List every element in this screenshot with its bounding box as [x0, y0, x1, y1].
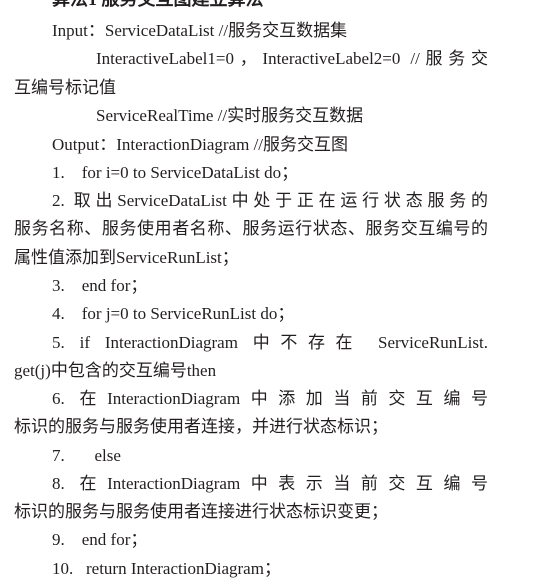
- step-3: 3. end for；: [52, 276, 148, 295]
- step-4: 4. for j=0 to ServiceRunList do；: [52, 304, 295, 323]
- step-6: 6. 在InteractionDiagram中添加当前交互编号: [52, 389, 488, 408]
- step-8-cont: 标识的服务与服务使用者连接进行状态标识变更；: [14, 502, 388, 521]
- step-6-cont: 标识的服务与服务使用者连接，并进行状态标识；: [14, 417, 388, 436]
- step-1: 1. for i=0 to ServiceDataList do；: [52, 163, 299, 182]
- step-10: 10. return InteractionDiagram；: [52, 559, 281, 578]
- label-line-cont: 互编号标记值: [14, 78, 116, 97]
- step-5: 5. if InteractionDiagram 中不存在 ServiceRun…: [52, 333, 488, 352]
- step-5-cont: get(j)中包含的交互编号then: [14, 361, 217, 380]
- step-7: 7. else: [52, 446, 121, 465]
- input-line: Input：ServiceDataList //服务交互数据集: [52, 21, 348, 40]
- step-2: 2. 取出ServiceDataList中处于正在运行状态服务的: [52, 191, 488, 210]
- output-line: Output：InteractionDiagram //服务交互图: [52, 135, 349, 154]
- realtime-line: ServiceRealTime //实时服务交互数据: [96, 106, 364, 125]
- label-line: InteractiveLabel1=0，InteractiveLabel2=0 …: [96, 49, 488, 68]
- step-8: 8. 在InteractionDiagram中表示当前交互编号: [52, 474, 488, 493]
- algorithm-title: 算法1 服务交互图建立算法: [52, 0, 264, 10]
- step-2-cont2: 属性值添加到ServiceRunList；: [14, 248, 239, 267]
- step-2-cont: 服务名称、服务使用者名称、服务运行状态、服务交互编号的: [14, 219, 488, 238]
- step-9: 9. end for；: [52, 530, 148, 549]
